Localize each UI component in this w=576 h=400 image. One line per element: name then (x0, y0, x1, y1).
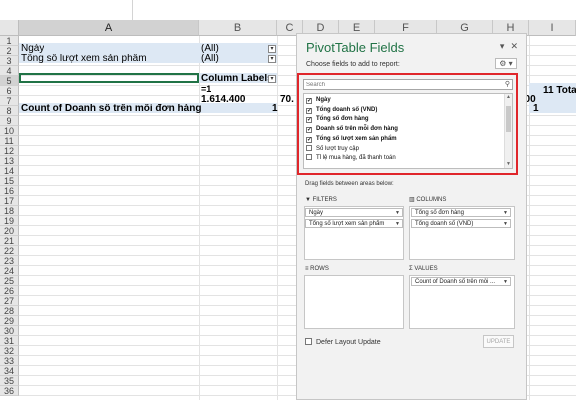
row-header[interactable]: 31 (0, 336, 19, 346)
filters-label: FILTERS (312, 197, 337, 203)
column-header-a[interactable]: A (19, 20, 199, 36)
cell-b5[interactable]: Column Labels (201, 74, 273, 84)
row-header[interactable]: 4 (0, 66, 19, 76)
row-header[interactable]: 25 (0, 276, 19, 286)
row-header[interactable]: 21 (0, 236, 19, 246)
cell-b8[interactable]: 1 (272, 104, 278, 114)
select-all-corner[interactable] (0, 20, 19, 36)
choose-fields-label: Choose fields to add to report: (306, 61, 400, 68)
rows-label: ROWS (310, 266, 329, 272)
value-pill-label: Count of Doanh số trên mỗi ... (415, 279, 496, 285)
filter-pill[interactable]: Ngày ▼ (305, 208, 403, 217)
column-header-i[interactable]: I (529, 20, 576, 36)
selected-cell-a5[interactable] (19, 73, 199, 83)
cell-b3[interactable]: (All) (201, 54, 219, 64)
columns-area-header: ▥ COLUMNS (409, 195, 515, 206)
row-header[interactable]: 18 (0, 206, 19, 216)
gridline (199, 36, 200, 400)
row-header[interactable]: 13 (0, 156, 19, 166)
update-button[interactable]: UPDATE (483, 335, 514, 348)
cell-a2[interactable]: Ngày (21, 44, 44, 54)
row-header[interactable]: 10 (0, 126, 19, 136)
row-header[interactable]: 6 (0, 86, 19, 96)
chevron-down-icon[interactable]: ▼ (395, 209, 400, 216)
row-header[interactable]: 33 (0, 356, 19, 366)
chevron-down-icon[interactable]: ▼ (503, 220, 508, 227)
row-header[interactable]: 11 (0, 136, 19, 146)
row-header[interactable]: 14 (0, 166, 19, 176)
rows-area-header: ≡ ROWS (305, 264, 405, 275)
chevron-down-icon[interactable]: ▼ (395, 220, 400, 227)
drag-fields-label: Drag fields between areas below: (305, 181, 394, 187)
row-header[interactable]: 22 (0, 246, 19, 256)
row-header[interactable]: 24 (0, 266, 19, 276)
row-header[interactable]: 15 (0, 176, 19, 186)
column-pill-label: Tổng số đơn hàng (415, 210, 464, 216)
rows-area[interactable] (304, 275, 404, 329)
row-header[interactable]: 9 (0, 116, 19, 126)
cell-b2[interactable]: (All) (201, 44, 219, 54)
row-header[interactable]: 8 (0, 106, 19, 116)
column-header-b[interactable]: B (199, 20, 277, 36)
cell-b6[interactable]: =1 (201, 84, 211, 94)
column-pill[interactable]: Tổng doanh số (VND) ▼ (411, 219, 511, 228)
defer-checkbox[interactable] (305, 338, 312, 345)
row-header[interactable]: 20 (0, 226, 19, 236)
pane-title: PivotTable Fields (306, 40, 405, 55)
chevron-down-icon[interactable]: ▼ (503, 278, 508, 285)
column-pill[interactable]: Tổng số đơn hàng ▼ (411, 208, 511, 217)
values-area-header: Σ VALUES (409, 264, 515, 275)
filter-pill-label: Tổng số lượt xem sản phẩm (309, 221, 385, 227)
formula-bar[interactable] (132, 0, 576, 20)
row-header[interactable]: 29 (0, 316, 19, 326)
row-header[interactable]: 28 (0, 306, 19, 316)
row-header[interactable]: 36 (0, 386, 19, 396)
value-pill[interactable]: Count of Doanh số trên mỗi ... ▼ (411, 277, 511, 286)
gear-icon[interactable]: ⚙ ▾ (495, 58, 517, 69)
filter-dropdown-icon[interactable]: ▾ (268, 55, 276, 63)
row-header[interactable]: 30 (0, 326, 19, 336)
row-header[interactable]: 1 (0, 36, 19, 46)
row-header[interactable]: 35 (0, 376, 19, 386)
filter-pill[interactable]: Tổng số lượt xem sản phẩm ▼ (305, 219, 403, 228)
cell-c7[interactable]: 70. (280, 95, 294, 105)
row-header[interactable]: 12 (0, 146, 19, 156)
column-labels-dropdown-icon[interactable]: ▾ (268, 75, 276, 83)
cell-a3[interactable]: Tổng số lượt xem sản phẩm (21, 54, 147, 64)
row-header[interactable]: 17 (0, 196, 19, 206)
row-header[interactable]: 23 (0, 256, 19, 266)
chevron-down-icon[interactable]: ▾ (500, 41, 505, 51)
close-icon[interactable]: ✕ (510, 41, 518, 51)
pane-header-controls: ▾ ✕ (494, 41, 518, 52)
row-header[interactable]: 3 (0, 56, 19, 66)
row-header[interactable]: 16 (0, 186, 19, 196)
filter-dropdown-icon[interactable]: ▾ (268, 45, 276, 53)
defer-layout-toggle[interactable]: Defer Layout Update (305, 338, 381, 346)
values-label: VALUES (414, 266, 438, 272)
filter-icon: ▼ (305, 197, 313, 203)
row-header[interactable]: 27 (0, 296, 19, 306)
defer-label: Defer Layout Update (316, 339, 381, 346)
columns-label: COLUMNS (416, 197, 447, 203)
cell-i6[interactable]: 11 Tota (543, 86, 576, 96)
cell-a8[interactable]: Count of Doanh số trên mỗi đơn hàng (21, 104, 201, 114)
formula-area (0, 0, 576, 20)
row-header[interactable]: 5 (0, 76, 19, 86)
filter-pill-label: Ngày (309, 210, 324, 216)
highlight-box (297, 73, 518, 175)
row-header[interactable]: 26 (0, 286, 19, 296)
gridline (277, 36, 278, 400)
column-pill-label: Tổng doanh số (VND) (415, 221, 474, 227)
filters-area-header: ▼ FILTERS (305, 195, 405, 206)
row-header[interactable]: 32 (0, 346, 19, 356)
row-header[interactable]: 19 (0, 216, 19, 226)
cell-h8[interactable]: 1 (533, 104, 539, 114)
row-header[interactable]: 2 (0, 46, 19, 56)
row-header[interactable]: 34 (0, 366, 19, 376)
row-header[interactable]: 7 (0, 96, 19, 106)
cell-b7[interactable]: 1.614.400 (201, 95, 246, 105)
chevron-down-icon[interactable]: ▼ (503, 209, 508, 216)
